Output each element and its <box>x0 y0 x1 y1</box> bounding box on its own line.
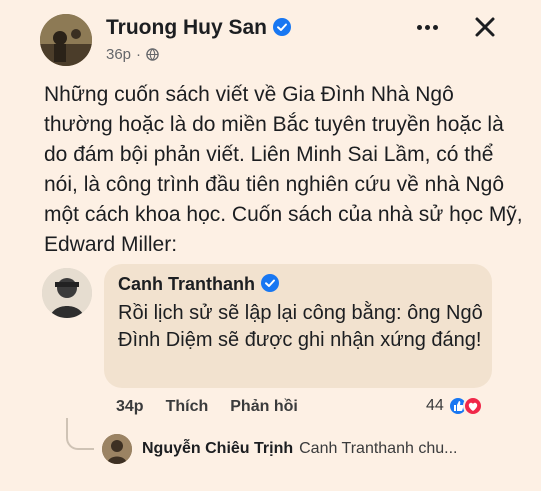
love-reaction-icon <box>462 396 483 416</box>
comment-bubble: Canh Tranthanh Rồi lịch sử sẽ lập lại cô… <box>104 264 492 388</box>
more-dot <box>432 24 438 30</box>
globe-icon <box>146 48 159 61</box>
comment-author-text[interactable]: Canh Tranthanh <box>118 274 255 294</box>
post-header: Truong Huy San 36p · <box>0 0 541 72</box>
author-name[interactable]: Truong Huy San <box>106 16 292 40</box>
reply-preview[interactable]: Nguyễn Chiêu Trịnh Canh Tranthanh chu... <box>142 440 457 458</box>
commenter-avatar[interactable] <box>42 268 92 318</box>
reply-button[interactable]: Phản hồi <box>230 398 298 416</box>
reply-thread-line <box>66 418 94 450</box>
author-avatar-image <box>40 14 92 66</box>
reaction-count: 44 <box>426 397 444 414</box>
more-options-icon[interactable] <box>412 16 442 38</box>
meta-separator: · <box>136 46 142 63</box>
comment-text: Rồi lịch sử sẽ lập lại công bằng: ông Ng… <box>118 302 483 351</box>
post-meta: 36p · <box>106 46 159 63</box>
reply-author-avatar[interactable] <box>102 434 132 464</box>
post-body-text: Những cuốn sách viết về Gia Đình Nhà Ngô… <box>44 83 523 256</box>
reply-avatar-image <box>102 434 132 464</box>
more-dot <box>424 24 430 30</box>
comment-actions: 34p Thích Phản hồi <box>116 398 298 416</box>
verified-badge-icon <box>273 18 292 36</box>
reaction-summary[interactable]: 44 <box>426 396 483 416</box>
reply-author[interactable]: Nguyễn Chiêu Trịnh <box>142 440 293 457</box>
author-avatar[interactable] <box>40 14 92 66</box>
author-name-text[interactable]: Truong Huy San <box>106 16 267 39</box>
post-time[interactable]: 36p <box>106 46 131 63</box>
commenter-avatar-image <box>42 268 92 318</box>
comment-time[interactable]: 34p <box>116 398 144 416</box>
more-dot <box>416 24 422 30</box>
comment-author[interactable]: Canh Tranthanh <box>118 274 280 295</box>
verified-badge-icon <box>261 274 280 292</box>
like-button[interactable]: Thích <box>166 398 209 416</box>
reply-snippet: Canh Tranthanh chu... <box>299 440 458 457</box>
close-icon[interactable] <box>470 12 500 42</box>
